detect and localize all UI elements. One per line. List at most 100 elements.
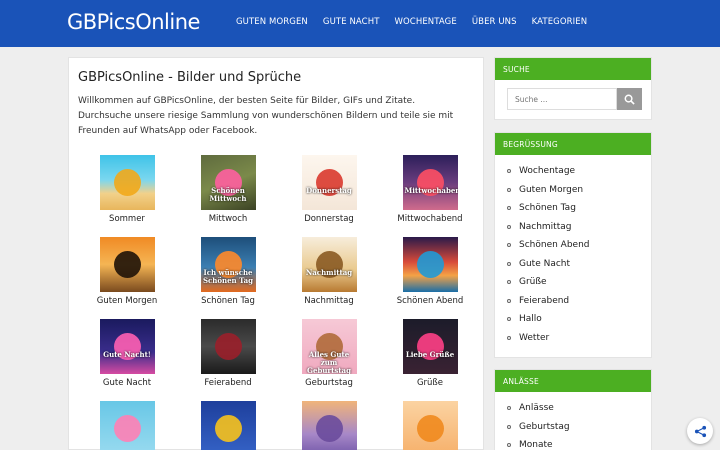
image-tile[interactable]: Schönen Mittwoch Mittwoch bbox=[178, 155, 278, 224]
image-tile[interactable]: Nachmittag Nachmittag bbox=[279, 237, 379, 306]
tile-caption[interactable]: Geburtstag bbox=[279, 378, 379, 388]
tile-thumbnail[interactable] bbox=[200, 319, 256, 374]
tile-thumbnail[interactable] bbox=[402, 237, 458, 292]
tile-thumbnail[interactable]: Alles Gute zum Geburtstag bbox=[301, 319, 357, 374]
thumbnail-text: Gute Nacht! bbox=[103, 350, 151, 359]
tile-thumbnail[interactable] bbox=[200, 401, 256, 450]
sidebar-link[interactable]: Anlässe bbox=[507, 399, 570, 418]
tile-caption[interactable]: Guten Morgen bbox=[77, 296, 177, 306]
share-button[interactable] bbox=[687, 418, 713, 444]
tile-caption[interactable]: Donnerstag bbox=[279, 214, 379, 224]
image-tile[interactable] bbox=[178, 401, 278, 450]
image-tile[interactable]: Liebe Grüße Grüße bbox=[380, 319, 480, 388]
bullet-icon bbox=[507, 243, 511, 248]
image-tile[interactable] bbox=[279, 401, 379, 450]
tile-caption[interactable]: Gute Nacht bbox=[77, 378, 177, 388]
sidebar-link[interactable]: Nachmittag bbox=[507, 218, 590, 237]
tile-thumbnail[interactable] bbox=[99, 155, 155, 210]
sidebar-link-label: Geburtstag bbox=[519, 421, 570, 432]
thumbnail-text: Mittwochabend bbox=[404, 186, 458, 195]
sidebar-link[interactable]: Monate bbox=[507, 436, 570, 450]
tile-caption[interactable]: Sommer bbox=[77, 214, 177, 224]
bullet-icon bbox=[507, 298, 511, 303]
sidebar-link[interactable]: Guten Morgen bbox=[507, 181, 590, 200]
greeting-list: Wochentage Guten Morgen Schönen Tag Nachmit… bbox=[507, 162, 590, 347]
bullet-icon bbox=[507, 206, 511, 211]
occasions-widget: ANLÄSSE Anlässe Geburtstag Monate bbox=[494, 369, 652, 450]
thumbnail-text: Ich wünsche Schönen Tag bbox=[202, 268, 254, 285]
tile-caption[interactable]: Nachmittag bbox=[279, 296, 379, 306]
thumbnail-art bbox=[315, 415, 343, 442]
main-content: GBPicsOnline - Bilder und Sprüche Willko… bbox=[68, 57, 484, 450]
occasions-widget-title: ANLÄSSE bbox=[495, 370, 651, 392]
sidebar-link[interactable]: Wochentage bbox=[507, 162, 590, 181]
tile-thumbnail[interactable] bbox=[402, 401, 458, 450]
search-widget: SUCHE bbox=[494, 57, 652, 120]
sidebar-link-label: Gute Nacht bbox=[519, 258, 571, 269]
tile-thumbnail[interactable]: Ich wünsche Schönen Tag bbox=[200, 237, 256, 292]
tile-thumbnail[interactable]: Gute Nacht! bbox=[99, 319, 155, 374]
image-tile[interactable]: Donnerstag Donnerstag bbox=[279, 155, 379, 224]
tile-thumbnail[interactable] bbox=[301, 401, 357, 450]
tile-thumbnail[interactable]: Nachmittag bbox=[301, 237, 357, 292]
tile-thumbnail[interactable] bbox=[99, 401, 155, 450]
bullet-icon bbox=[507, 261, 511, 266]
sidebar-link-label: Schönen Abend bbox=[519, 240, 590, 251]
search-input[interactable] bbox=[507, 88, 617, 110]
sidebar-link[interactable]: Wetter bbox=[507, 329, 590, 348]
bullet-icon bbox=[507, 406, 511, 411]
sidebar-link[interactable]: Schönen Tag bbox=[507, 199, 590, 218]
intro-text: Willkommen auf GBPicsOnline, der besten … bbox=[78, 96, 454, 136]
tile-thumbnail[interactable]: Mittwochabend bbox=[402, 155, 458, 210]
sidebar-link-label: Wetter bbox=[519, 332, 550, 343]
image-tile[interactable]: Guten Morgen bbox=[77, 237, 177, 306]
nav-gute-nacht[interactable]: GUTE NACHT bbox=[323, 17, 380, 27]
tile-caption[interactable]: Schönen Tag bbox=[178, 296, 278, 306]
page-title: GBPicsOnline - Bilder und Sprüche bbox=[78, 70, 302, 85]
sidebar-link[interactable]: Feierabend bbox=[507, 292, 590, 311]
sidebar-link[interactable]: Grüße bbox=[507, 273, 590, 292]
thumbnail-text: Schönen Mittwoch bbox=[209, 186, 247, 203]
image-tile[interactable]: Schönen Abend bbox=[380, 237, 480, 306]
nav-wochentage[interactable]: WOCHENTAGE bbox=[395, 17, 457, 27]
bullet-icon bbox=[507, 280, 511, 285]
sidebar-link-label: Feierabend bbox=[519, 295, 570, 306]
tile-thumbnail[interactable]: Liebe Grüße bbox=[402, 319, 458, 374]
tile-caption[interactable]: Mittwoch bbox=[178, 214, 278, 224]
tile-caption[interactable]: Feierabend bbox=[178, 378, 278, 388]
tile-caption[interactable]: Mittwochabend bbox=[380, 214, 480, 224]
thumbnail-art bbox=[214, 333, 242, 360]
bullet-icon bbox=[507, 224, 511, 229]
site-logo[interactable]: GBPicsOnline bbox=[67, 10, 200, 34]
sidebar-link[interactable]: Hallo bbox=[507, 310, 590, 329]
image-tile[interactable]: Ich wünsche Schönen Tag Schönen Tag bbox=[178, 237, 278, 306]
bullet-icon bbox=[507, 424, 511, 429]
sidebar-link-label: Wochentage bbox=[519, 166, 576, 177]
image-tile[interactable] bbox=[380, 401, 480, 450]
search-widget-title: SUCHE bbox=[495, 58, 651, 80]
sidebar-link[interactable]: Schönen Abend bbox=[507, 236, 590, 255]
tile-thumbnail[interactable] bbox=[99, 237, 155, 292]
search-button[interactable] bbox=[617, 88, 642, 110]
sidebar-link-label: Hallo bbox=[519, 314, 542, 325]
nav-ueber-uns[interactable]: ÜBER UNS bbox=[472, 17, 517, 27]
image-tile[interactable]: Feierabend bbox=[178, 319, 278, 388]
thumbnail-art bbox=[416, 415, 444, 442]
sidebar-link[interactable]: Geburtstag bbox=[507, 418, 570, 437]
image-tile[interactable]: Gute Nacht! Gute Nacht bbox=[77, 319, 177, 388]
thumbnail-art bbox=[113, 169, 141, 196]
tile-thumbnail[interactable]: Schönen Mittwoch bbox=[200, 155, 256, 210]
nav-guten-morgen[interactable]: GUTEN MORGEN bbox=[236, 17, 308, 27]
sidebar-link[interactable]: Gute Nacht bbox=[507, 255, 590, 274]
tile-caption[interactable]: Grüße bbox=[380, 378, 480, 388]
bullet-icon bbox=[507, 335, 511, 340]
image-tile[interactable]: Mittwochabend Mittwochabend bbox=[380, 155, 480, 224]
tile-caption[interactable]: Schönen Abend bbox=[380, 296, 480, 306]
nav-kategorien[interactable]: KATEGORIEN bbox=[532, 17, 588, 27]
image-tile[interactable]: Sommer bbox=[77, 155, 177, 224]
thumbnail-text: Nachmittag bbox=[305, 268, 353, 277]
image-tile[interactable]: Alles Gute zum Geburtstag Geburtstag bbox=[279, 319, 379, 388]
image-tile[interactable] bbox=[77, 401, 177, 450]
tile-thumbnail[interactable]: Donnerstag bbox=[301, 155, 357, 210]
thumbnail-text: Donnerstag bbox=[306, 186, 352, 195]
